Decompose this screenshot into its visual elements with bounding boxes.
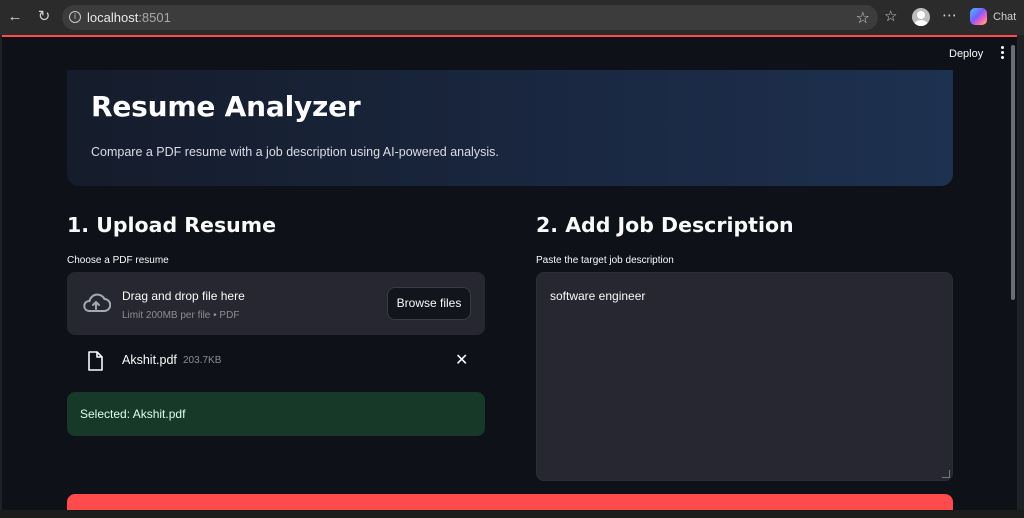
cloud-upload-icon xyxy=(83,293,111,312)
page-subtitle: Compare a PDF resume with a job descript… xyxy=(91,145,499,159)
os-taskbar xyxy=(0,510,1024,518)
app-viewport: Deploy Resume Analyzer Compare a PDF res… xyxy=(2,35,1017,510)
scrollbar[interactable] xyxy=(1009,45,1017,300)
job-description-textarea[interactable]: software engineer xyxy=(537,273,952,480)
chat-label[interactable]: Chat xyxy=(993,11,1016,23)
success-message: Selected: Akshit.pdf xyxy=(80,407,186,421)
uploaded-file-row: Akshit.pdf 203.7KB ✕ xyxy=(67,342,485,378)
remove-file-close-icon[interactable]: ✕ xyxy=(455,350,468,369)
address-bar[interactable]: i localhost:8501 ☆ xyxy=(62,5,878,30)
bookmark-star-icon[interactable]: ☆ xyxy=(856,8,870,27)
file-dropzone[interactable]: Drag and drop file here Limit 200MB per … xyxy=(67,272,485,335)
deploy-button[interactable]: Deploy xyxy=(949,48,983,60)
copilot-icon[interactable] xyxy=(970,8,987,25)
job-section-title: 2. Add Job Description xyxy=(536,213,794,237)
resize-handle[interactable] xyxy=(942,470,950,478)
analyze-button[interactable] xyxy=(67,494,953,510)
more-options-icon[interactable]: ⋯ xyxy=(942,6,957,24)
upload-field-label: Choose a PDF resume xyxy=(67,255,169,266)
browse-files-button[interactable]: Browse files xyxy=(387,287,471,320)
file-icon xyxy=(88,351,103,371)
hero-banner: Resume Analyzer Compare a PDF resume wit… xyxy=(67,70,953,186)
file-name: Akshit.pdf xyxy=(122,353,177,367)
reload-icon[interactable]: ↻ xyxy=(35,8,53,26)
browser-toolbar: ← ↻ i localhost:8501 ☆ ☆ ⋯ Chat xyxy=(0,0,1024,35)
main-menu-icon[interactable] xyxy=(1001,46,1005,60)
dropzone-title: Drag and drop file here xyxy=(122,289,245,303)
job-description-container: software engineer xyxy=(536,272,953,481)
upload-section-title: 1. Upload Resume xyxy=(67,213,277,237)
info-icon[interactable]: i xyxy=(69,11,81,23)
page-title: Resume Analyzer xyxy=(91,90,361,123)
url-text: localhost:8501 xyxy=(87,10,171,25)
job-field-label: Paste the target job description xyxy=(536,255,674,266)
back-icon[interactable]: ← xyxy=(6,8,24,26)
success-alert: Selected: Akshit.pdf xyxy=(67,392,485,436)
favorites-icon[interactable]: ☆ xyxy=(884,7,897,25)
dropzone-limit: Limit 200MB per file • PDF xyxy=(122,310,240,321)
profile-avatar-icon[interactable] xyxy=(912,8,930,26)
file-size: 203.7KB xyxy=(183,355,222,366)
